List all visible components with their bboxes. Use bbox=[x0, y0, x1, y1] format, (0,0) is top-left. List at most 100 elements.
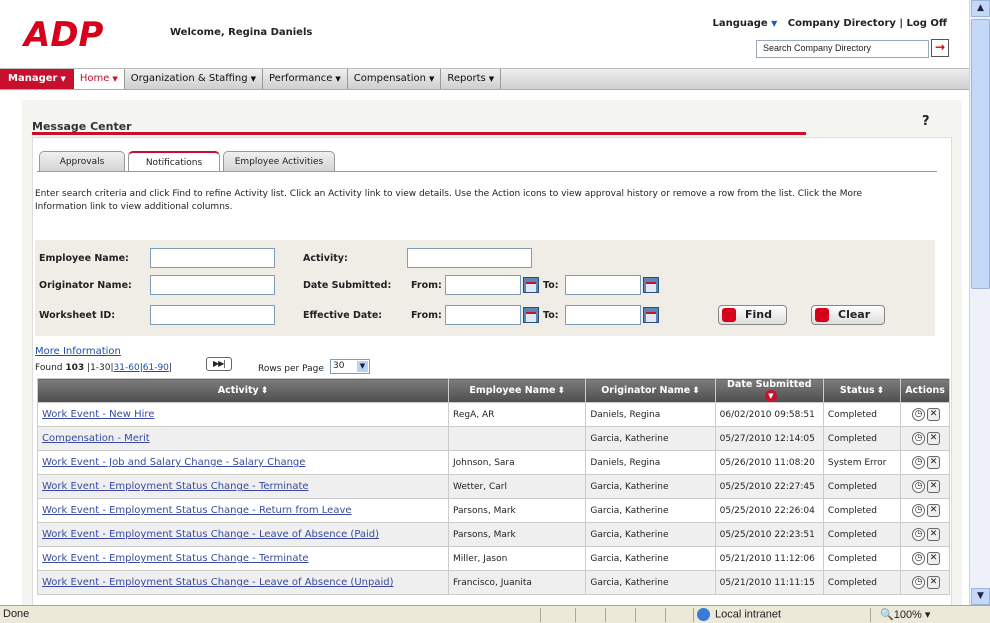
arrow-right-icon: → bbox=[934, 40, 946, 54]
history-clock-icon[interactable]: ◷ bbox=[912, 408, 926, 421]
activity-link[interactable]: Work Event - Job and Salary Change - Sal… bbox=[42, 457, 305, 468]
history-clock-icon[interactable]: ◷ bbox=[912, 480, 926, 493]
next-last-page-button[interactable]: ▶▶| bbox=[206, 357, 232, 371]
remove-row-icon[interactable]: ✕ bbox=[927, 528, 941, 541]
activity-link[interactable]: Work Event - Employment Status Change - … bbox=[42, 577, 393, 588]
calendar-icon[interactable] bbox=[643, 307, 659, 323]
cell-date-submitted: 05/27/2010 12:14:05 bbox=[714, 426, 824, 451]
cell-originator-name: Daniels, Regina bbox=[585, 402, 716, 427]
header: ADP Welcome, Regina Daniels Language ▼ C… bbox=[0, 0, 969, 68]
directory-search-input[interactable]: Search Company Directory bbox=[756, 40, 929, 58]
remove-row-icon[interactable]: ✕ bbox=[927, 576, 941, 589]
page-link-61-90[interactable]: 61-90 bbox=[143, 363, 169, 373]
cell-activity: Compensation - Merit bbox=[36, 426, 450, 451]
calendar-icon[interactable] bbox=[643, 277, 659, 293]
activity-table: Activity ⬍ Employee Name ⬍ Originator Name… bbox=[36, 378, 950, 595]
cell-employee-name: Wetter, Carl bbox=[448, 474, 587, 499]
header-label: Activity bbox=[217, 385, 259, 396]
remove-row-icon[interactable]: ✕ bbox=[927, 408, 941, 421]
scroll-thumb[interactable] bbox=[971, 19, 990, 289]
tab-employee-activities[interactable]: Employee Activities bbox=[223, 151, 335, 171]
date-submitted-to-input[interactable] bbox=[565, 275, 641, 295]
cell-activity: Work Event - Job and Salary Change - Sal… bbox=[36, 450, 450, 475]
page-link-31-60[interactable]: 31-60 bbox=[114, 363, 140, 373]
more-information-link[interactable]: More Information bbox=[35, 346, 121, 357]
nav-compensation[interactable]: Compensation ▼ bbox=[348, 69, 442, 89]
nav-org-label: Organization & Staffing bbox=[130, 73, 248, 84]
sort-icon: ⬍ bbox=[260, 386, 269, 396]
column-header-status[interactable]: Status ⬍ bbox=[822, 378, 902, 403]
column-header-originator[interactable]: Originator Name ⬍ bbox=[585, 378, 716, 403]
play-icon: ▶▶| bbox=[213, 359, 226, 368]
header-label: Employee Name bbox=[469, 385, 556, 396]
instructions-text: Enter search criteria and click Find to … bbox=[35, 189, 863, 212]
activity-link[interactable]: Compensation - Merit bbox=[42, 433, 150, 444]
history-clock-icon[interactable]: ◷ bbox=[912, 504, 926, 517]
tab-approvals[interactable]: Approvals bbox=[39, 151, 125, 171]
nav-reports[interactable]: Reports ▼ bbox=[441, 69, 502, 89]
log-off-link[interactable]: Log Off bbox=[907, 18, 947, 29]
remove-row-icon[interactable]: ✕ bbox=[927, 432, 941, 445]
remove-row-icon[interactable]: ✕ bbox=[927, 552, 941, 565]
language-menu[interactable]: Language ▼ bbox=[712, 18, 777, 29]
date-submitted-from-label: From: bbox=[411, 280, 442, 291]
clear-button[interactable]: Clear bbox=[811, 305, 885, 325]
history-clock-icon[interactable]: ◷ bbox=[912, 432, 926, 445]
nav-home-label: Home bbox=[79, 73, 110, 84]
employee-name-input[interactable] bbox=[150, 248, 275, 268]
history-clock-icon[interactable]: ◷ bbox=[912, 552, 926, 565]
nav-organization-staffing[interactable]: Organization & Staffing ▼ bbox=[125, 69, 263, 89]
divider bbox=[665, 608, 666, 622]
history-clock-icon[interactable]: ◷ bbox=[912, 456, 926, 469]
date-submitted-from-input[interactable] bbox=[445, 275, 521, 295]
rows-per-page-select[interactable]: 30 ▼ bbox=[330, 359, 370, 374]
vertical-scrollbar[interactable]: ▲ ▼ bbox=[969, 0, 990, 605]
activity-label: Activity: bbox=[303, 253, 348, 264]
nav-home[interactable]: Home ▼ bbox=[73, 69, 125, 89]
employee-name-label: Employee Name: bbox=[39, 253, 129, 264]
activity-link[interactable]: Work Event - Employment Status Change - … bbox=[42, 553, 309, 564]
nav-performance[interactable]: Performance ▼ bbox=[263, 69, 348, 89]
cell-status: System Error bbox=[822, 450, 902, 475]
sort-icon: ⬍ bbox=[692, 386, 700, 396]
calendar-icon[interactable] bbox=[523, 307, 539, 323]
column-header-date-submitted[interactable]: Date Submitted▼ bbox=[714, 378, 824, 403]
cell-status: Completed bbox=[822, 426, 902, 451]
activity-input[interactable] bbox=[407, 248, 532, 268]
column-header-employee[interactable]: Employee Name ⬍ bbox=[448, 378, 587, 403]
scroll-down-icon[interactable]: ▼ bbox=[971, 588, 990, 605]
nav-manager[interactable]: Manager ▼ bbox=[0, 69, 74, 89]
remove-row-icon[interactable]: ✕ bbox=[927, 480, 941, 493]
activity-link[interactable]: Work Event - Employment Status Change - … bbox=[42, 481, 309, 492]
history-clock-icon[interactable]: ◷ bbox=[912, 576, 926, 589]
activity-link[interactable]: Work Event - New Hire bbox=[42, 409, 154, 420]
effective-date-to-input[interactable] bbox=[565, 305, 641, 325]
activity-link[interactable]: Work Event - Employment Status Change - … bbox=[42, 505, 352, 516]
table-row: Work Event - New Hire RegA, AR Daniels, Re… bbox=[36, 402, 950, 427]
search-go-button[interactable]: → bbox=[931, 39, 949, 57]
activity-link[interactable]: Work Event - Employment Status Change - … bbox=[42, 529, 379, 540]
cell-originator-name: Garcia, Katherine bbox=[585, 546, 716, 571]
remove-row-icon[interactable]: ✕ bbox=[927, 504, 941, 517]
calendar-icon[interactable] bbox=[523, 277, 539, 293]
effective-date-from-input[interactable] bbox=[445, 305, 521, 325]
help-icon[interactable]: ? bbox=[922, 114, 930, 129]
column-header-activity[interactable]: Activity ⬍ bbox=[36, 378, 450, 403]
find-button[interactable]: Find bbox=[718, 305, 787, 325]
worksheet-id-input[interactable] bbox=[150, 305, 275, 325]
cell-actions: ◷ ✕ bbox=[900, 546, 950, 571]
button-accent bbox=[815, 308, 829, 322]
zoom-control[interactable]: 🔍100% ▾ bbox=[880, 608, 930, 621]
globe-icon bbox=[697, 608, 710, 621]
remove-row-icon[interactable]: ✕ bbox=[927, 456, 941, 469]
history-clock-icon[interactable]: ◷ bbox=[912, 528, 926, 541]
nav-reports-label: Reports bbox=[447, 73, 486, 84]
scroll-up-icon[interactable]: ▲ bbox=[971, 0, 990, 17]
company-directory-link[interactable]: Company Directory bbox=[788, 18, 896, 29]
originator-name-input[interactable] bbox=[150, 275, 275, 295]
tab-notifications[interactable]: Notifications bbox=[128, 151, 220, 172]
cell-actions: ◷ ✕ bbox=[900, 522, 950, 547]
cell-status: Completed bbox=[822, 402, 902, 427]
table-row: Work Event - Employment Status Change - … bbox=[36, 498, 950, 523]
cell-employee-name: RegA, AR bbox=[448, 402, 587, 427]
